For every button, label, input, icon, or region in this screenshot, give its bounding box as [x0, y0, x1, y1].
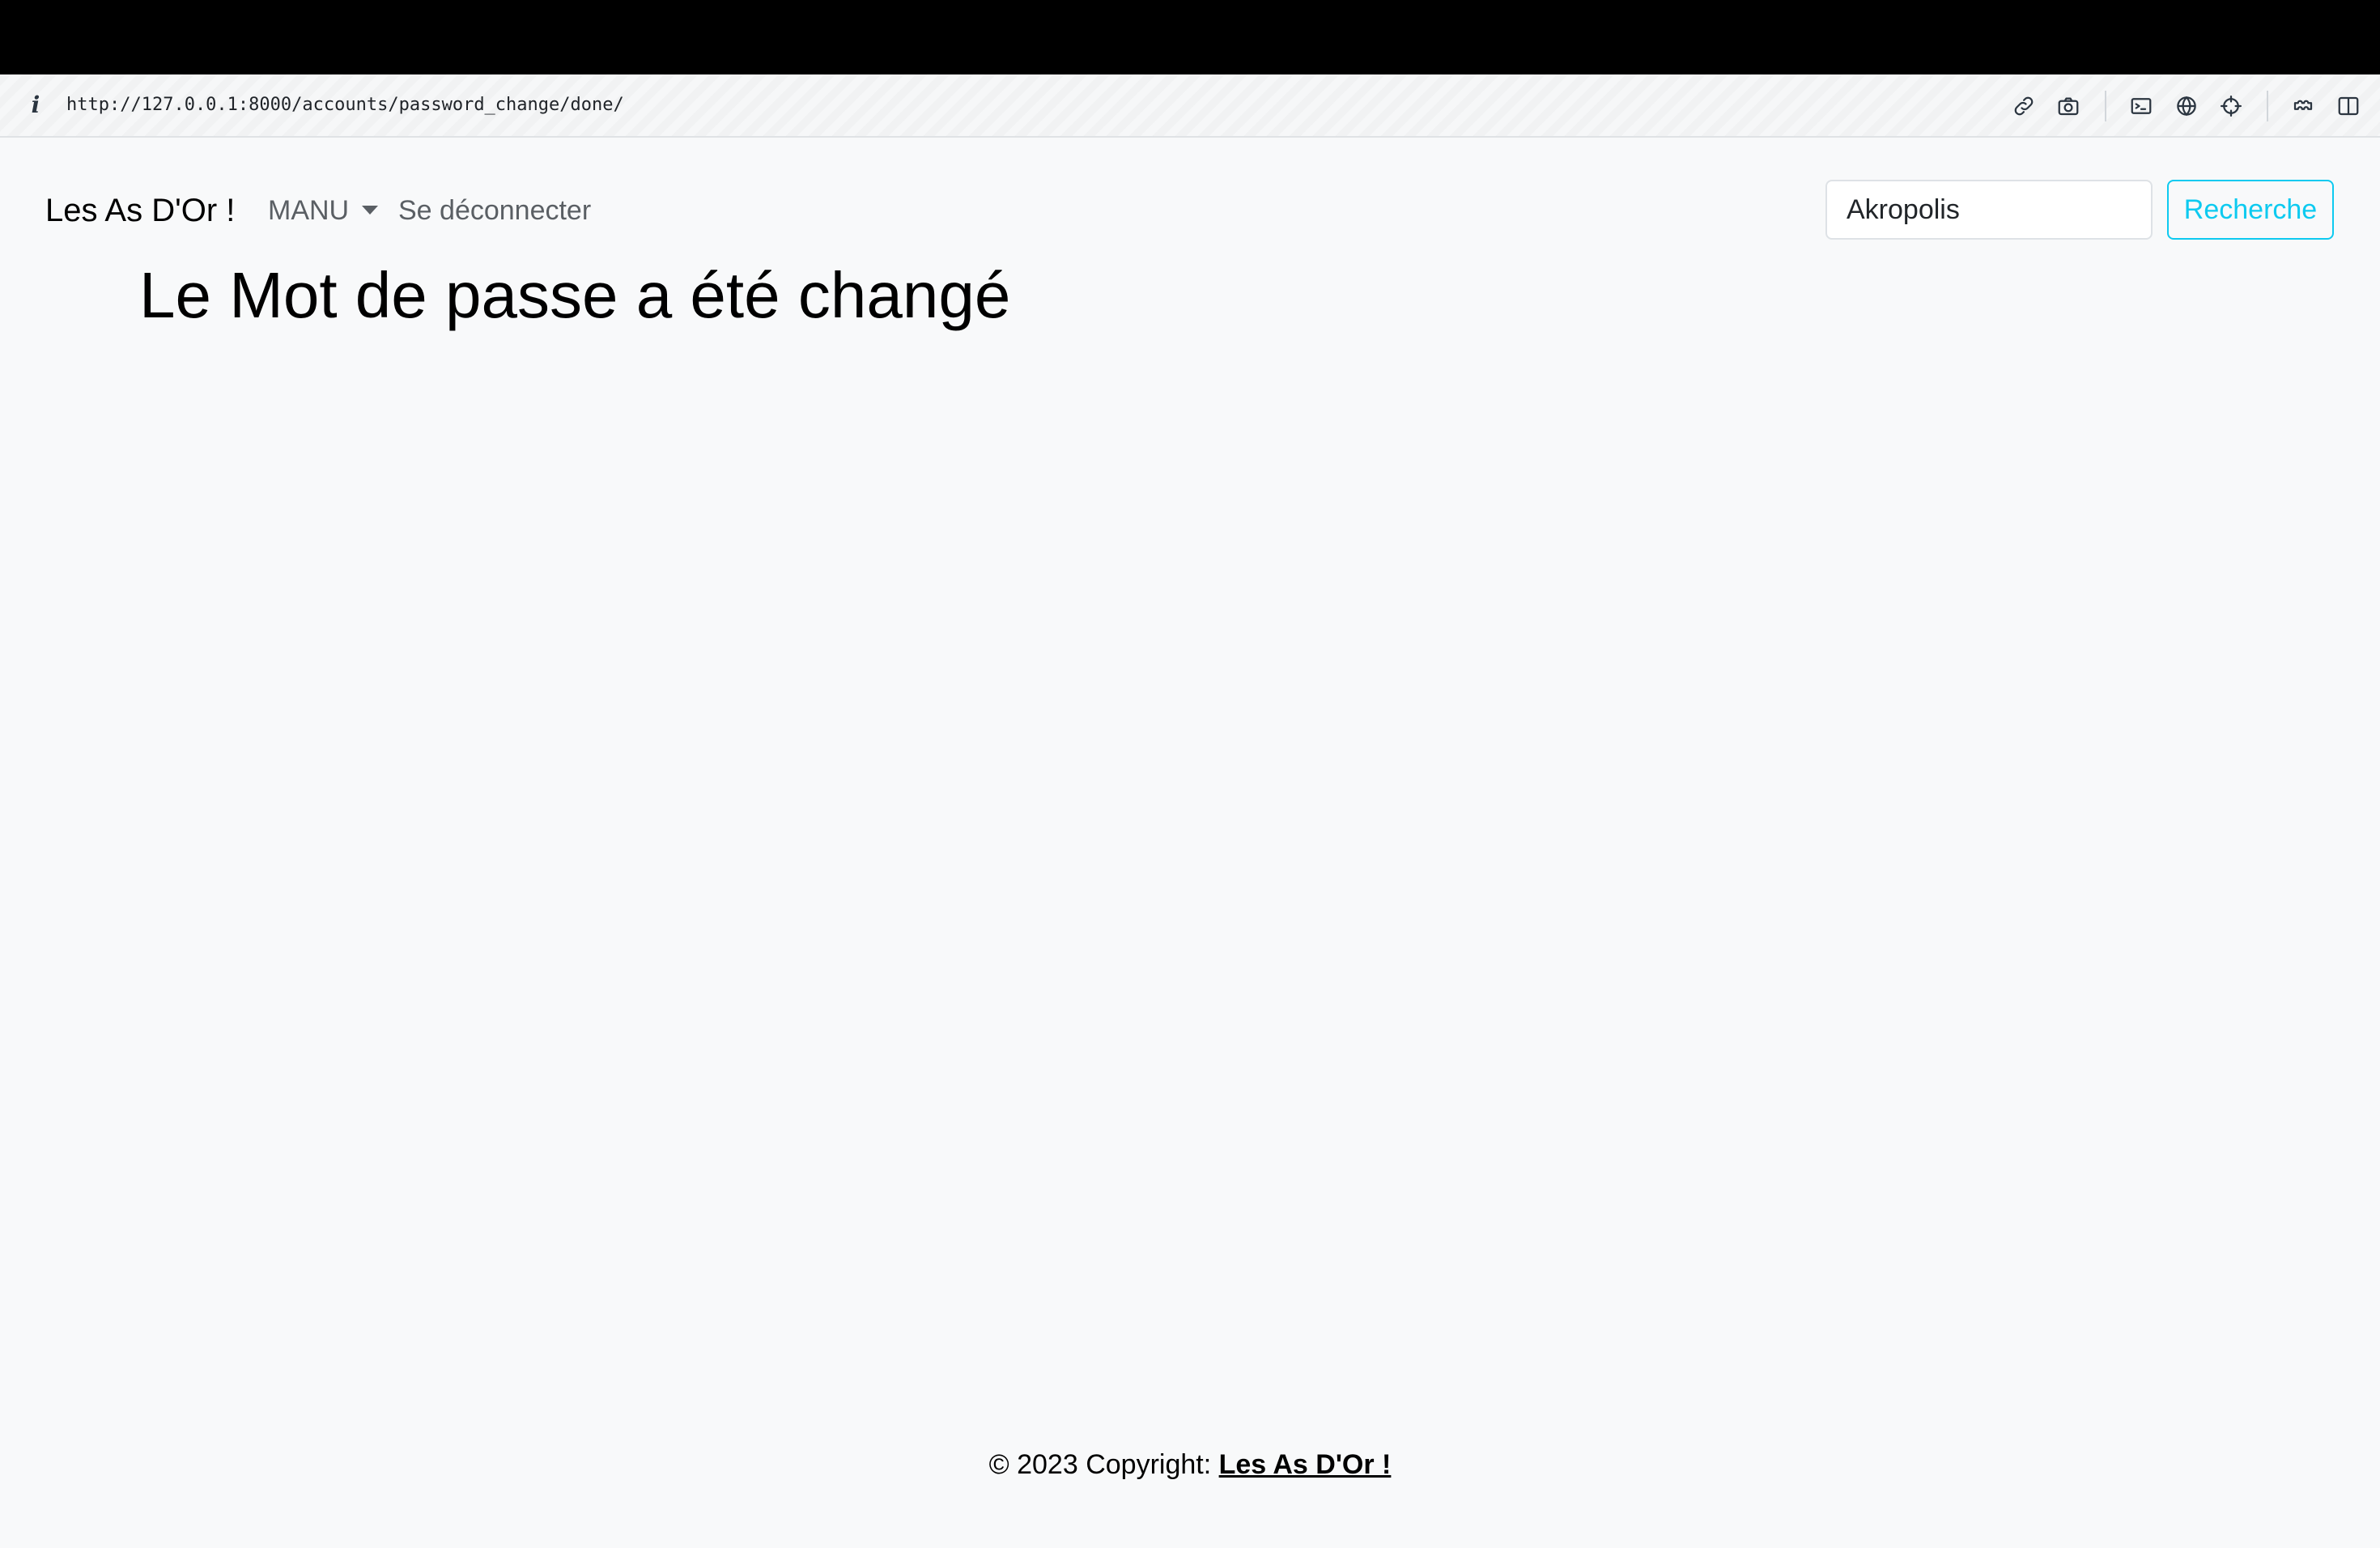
info-icon[interactable]: i [28, 92, 44, 118]
globe-icon[interactable] [2174, 94, 2199, 118]
logout-link[interactable]: Se déconnecter [398, 191, 591, 230]
url-text[interactable]: http://127.0.0.1:8000/accounts/password_… [66, 92, 624, 118]
toolbar-separator [2105, 91, 2106, 121]
extensions-icon[interactable] [2291, 94, 2315, 118]
footer: © 2023 Copyright: Les As D'Or ! [0, 1444, 2380, 1485]
user-menu-dropdown[interactable]: MANU [268, 191, 379, 230]
window-top-bar [0, 0, 2380, 74]
search-input[interactable] [1825, 180, 2153, 240]
page-title: Le Mot de passe a été changé [139, 259, 1011, 331]
footer-brand-link[interactable]: Les As D'Or ! [1219, 1449, 1392, 1480]
brand-link[interactable]: Les As D'Or ! [45, 191, 235, 230]
toolbar-separator [2267, 91, 2268, 121]
link-icon[interactable] [2012, 94, 2036, 118]
chevron-down-icon [362, 205, 379, 215]
sidebar-icon[interactable] [2336, 94, 2361, 118]
crosshair-icon[interactable] [2219, 94, 2243, 118]
camera-icon[interactable] [2056, 94, 2080, 118]
terminal-icon[interactable] [2129, 94, 2153, 118]
copyright-text: © 2023 Copyright: [988, 1449, 1219, 1480]
user-menu-label: MANU [268, 195, 350, 226]
search-button[interactable]: Recherche [2167, 180, 2334, 240]
